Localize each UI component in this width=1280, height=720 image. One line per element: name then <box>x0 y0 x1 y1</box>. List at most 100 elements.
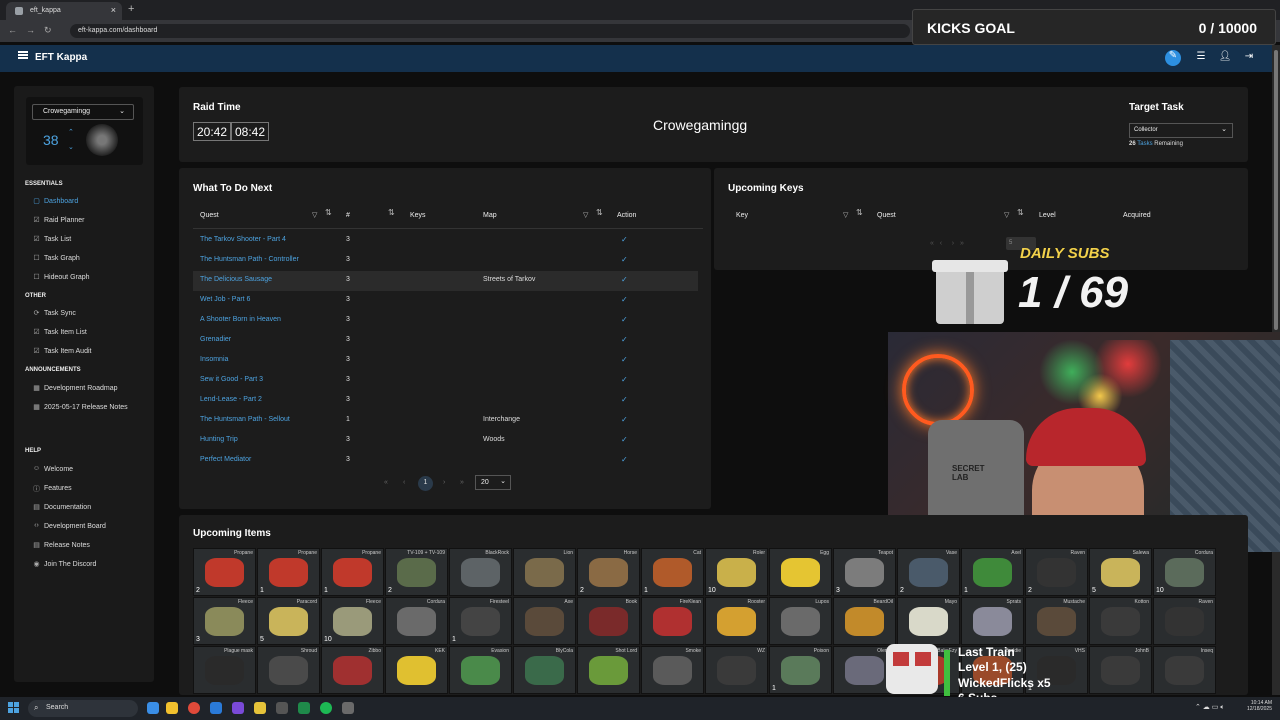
item-tile[interactable]: Firesteel 1 <box>449 597 512 645</box>
quest-link[interactable]: The Tarkov Shooter - Part 4 <box>200 236 286 243</box>
user-icon[interactable]: 👤︎ <box>1218 51 1232 65</box>
column-header-level[interactable]: Level <box>1039 212 1056 219</box>
keys-pagination[interactable]: « ‹ › » <box>930 240 964 247</box>
menu-icon[interactable] <box>18 51 28 59</box>
forward-icon[interactable]: → <box>26 25 35 35</box>
file-explorer-icon[interactable] <box>166 702 178 714</box>
first-page-icon[interactable]: « <box>384 479 388 486</box>
sort-icon[interactable]: ⇅ <box>596 208 603 217</box>
item-tile[interactable]: Cat 1 <box>641 548 704 596</box>
item-tile[interactable]: Cordura 10 <box>1153 548 1216 596</box>
sidebar-item-development-board[interactable]: Development Board <box>44 523 106 530</box>
check-circle-icon[interactable]: ✓ <box>621 315 628 324</box>
item-tile[interactable]: BlyCola <box>513 646 576 694</box>
scrollbar-thumb[interactable] <box>1274 50 1278 330</box>
item-tile[interactable]: Paracord 5 <box>257 597 320 645</box>
app-icon-4[interactable] <box>276 702 288 714</box>
last-page-icon[interactable]: » <box>460 479 464 486</box>
item-tile[interactable]: KEK <box>385 646 448 694</box>
item-tile[interactable]: Fleece 10 <box>321 597 384 645</box>
item-tile[interactable]: Poison 1 <box>769 646 832 694</box>
check-circle-icon[interactable]: ✓ <box>621 355 628 364</box>
item-tile[interactable]: WZ <box>705 646 768 694</box>
app-icon-6[interactable] <box>342 702 354 714</box>
sidebar-item-task-item-audit[interactable]: Task Item Audit <box>44 348 91 355</box>
item-tile[interactable]: TV-109 + TV-109 2 <box>385 548 448 596</box>
item-tile[interactable]: Axe <box>513 597 576 645</box>
item-tile[interactable]: Raven <box>1153 597 1216 645</box>
target-task-select[interactable]: Collector ⌄ <box>1129 123 1233 138</box>
taskbar-clock[interactable]: 10:14 AM 12/18/2025 <box>1236 700 1272 712</box>
item-tile[interactable]: Propane 2 <box>193 548 256 596</box>
windows-start-icon[interactable] <box>8 702 20 714</box>
sidebar-item-release-notes[interactable]: Release Notes <box>44 542 90 549</box>
current-page[interactable]: 1 <box>418 476 433 491</box>
settings-sliders-icon[interactable]: ☰ <box>1194 51 1208 65</box>
quest-link[interactable]: Hunting Trip <box>200 436 238 443</box>
item-tile[interactable]: Egg <box>769 548 832 596</box>
item-tile[interactable]: Teapot 3 <box>833 548 896 596</box>
item-tile[interactable]: Propane 1 <box>257 548 320 596</box>
next-page-icon[interactable]: › <box>443 479 445 486</box>
check-circle-icon[interactable]: ✓ <box>621 335 628 344</box>
item-tile[interactable]: Propane 1 <box>321 548 384 596</box>
check-circle-icon[interactable]: ✓ <box>621 295 628 304</box>
item-tile[interactable]: Kotton <box>1089 597 1152 645</box>
spotify-icon[interactable] <box>320 702 332 714</box>
item-tile[interactable]: Fleece 3 <box>193 597 256 645</box>
item-tile[interactable]: Plague mask <box>193 646 256 694</box>
browser-tab[interactable]: eft_kappa × <box>6 2 122 20</box>
column-header-number[interactable]: # <box>346 212 350 219</box>
level-down-icon[interactable]: ⌄ <box>68 143 74 151</box>
sort-icon[interactable]: ⇅ <box>1017 208 1024 217</box>
item-tile[interactable]: Zibbo <box>321 646 384 694</box>
sidebar-item-task-graph[interactable]: Task Graph <box>44 255 80 262</box>
item-tile[interactable]: Lion <box>513 548 576 596</box>
system-tray[interactable]: ⌃ ☁ ▭ 🔈︎ <box>1195 703 1225 712</box>
chrome-icon[interactable] <box>188 702 200 714</box>
check-circle-icon[interactable]: ✓ <box>621 415 628 424</box>
item-tile[interactable]: Salewa 5 <box>1089 548 1152 596</box>
check-circle-icon[interactable]: ✓ <box>621 435 628 444</box>
sidebar-item-dashboard[interactable]: Dashboard <box>44 198 78 205</box>
taskbar-search[interactable]: ⌕ Search <box>28 700 138 717</box>
sidebar-item-raid-planner[interactable]: Raid Planner <box>44 217 84 224</box>
quest-link[interactable]: Perfect Mediator <box>200 456 251 463</box>
app-icon-5[interactable] <box>298 702 310 714</box>
item-tile[interactable]: Axel 1 <box>961 548 1024 596</box>
item-tile[interactable]: BlackRock <box>449 548 512 596</box>
quest-link[interactable]: Grenadier <box>200 336 231 343</box>
item-tile[interactable]: Raven 2 <box>1025 548 1088 596</box>
column-header-key[interactable]: Key <box>736 212 748 219</box>
quest-link[interactable]: The Delicious Sausage <box>200 276 272 283</box>
quest-link[interactable]: Insomnia <box>200 356 228 363</box>
tasks-link[interactable]: Tasks <box>1137 141 1152 147</box>
check-circle-icon[interactable]: ✓ <box>621 395 628 404</box>
sidebar-item-task-item-list[interactable]: Task Item List <box>44 329 87 336</box>
item-tile[interactable]: Shroud <box>257 646 320 694</box>
quest-link[interactable]: The Huntsman Path - Controller <box>200 256 299 263</box>
sidebar-item-welcome[interactable]: Welcome <box>44 466 73 473</box>
check-circle-icon[interactable]: ✓ <box>621 455 628 464</box>
column-header-keys[interactable]: Keys <box>410 212 426 219</box>
column-header-map[interactable]: Map <box>483 212 497 219</box>
column-header-quest[interactable]: Quest <box>200 212 219 219</box>
new-tab-icon[interactable]: + <box>128 3 134 15</box>
sidebar-item-release-notes-2025[interactable]: 2025-05-17 Release Notes <box>44 404 128 411</box>
item-tile[interactable]: FireKlean <box>641 597 704 645</box>
quest-link[interactable]: The Huntsman Path - Sellout <box>200 416 290 423</box>
item-tile[interactable]: Inseq <box>1153 646 1216 694</box>
level-up-icon[interactable]: ⌃ <box>68 128 74 136</box>
prev-page-icon[interactable]: ‹ <box>403 479 405 486</box>
check-circle-icon[interactable]: ✓ <box>621 375 628 384</box>
sidebar-item-task-sync[interactable]: Task Sync <box>44 310 76 317</box>
quest-link[interactable]: Lend-Lease - Part 2 <box>200 396 262 403</box>
app-icon-2[interactable] <box>232 702 244 714</box>
address-bar[interactable]: eft-kappa.com/dashboard <box>70 24 910 38</box>
check-circle-icon[interactable]: ✓ <box>621 275 628 284</box>
item-tile[interactable]: Lupos <box>769 597 832 645</box>
item-tile[interactable]: Rooster <box>705 597 768 645</box>
logout-icon[interactable]: ⇥ <box>1242 51 1256 65</box>
tools-icon[interactable]: ✎ <box>1165 50 1181 66</box>
check-circle-icon[interactable]: ✓ <box>621 235 628 244</box>
